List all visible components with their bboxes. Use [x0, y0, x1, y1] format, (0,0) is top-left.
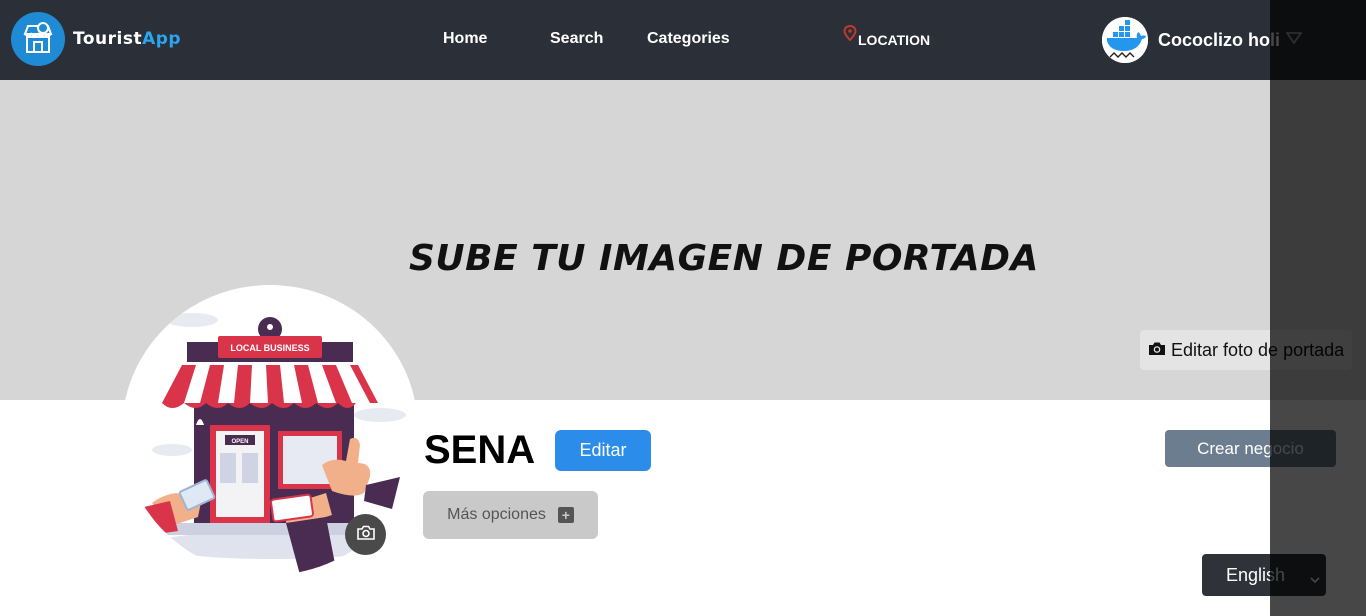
more-options-label: Más opciones: [447, 506, 546, 523]
plus-icon: +: [557, 507, 574, 523]
navbar: TouristApp Home Search Categories LOCATI…: [0, 0, 1366, 80]
location-label: LOCATION: [858, 32, 931, 48]
camera-icon: [1148, 340, 1166, 361]
door-sign-text: OPEN: [231, 439, 248, 445]
business-name: SENA: [424, 428, 536, 472]
change-profile-picture-button[interactable]: [345, 514, 386, 555]
page: TouristApp Home Search Categories LOCATI…: [0, 0, 1366, 616]
brand-name: TouristApp: [73, 29, 182, 49]
user-name: Cococlizo holi: [1158, 29, 1281, 50]
docker-whale-icon: [1102, 17, 1148, 63]
more-options-button[interactable]: Más opciones +: [423, 491, 598, 539]
map-pin-icon: [843, 24, 857, 46]
nav-home-link[interactable]: Home: [443, 30, 487, 48]
camera-icon: [356, 525, 375, 545]
nav-search-link[interactable]: Search: [550, 30, 603, 48]
store-sign-text: LOCAL BUSINESS: [230, 343, 309, 353]
nav-location-link[interactable]: LOCATION: [843, 24, 931, 48]
logo[interactable]: TouristApp: [11, 12, 181, 66]
side-overlay: [1270, 0, 1366, 616]
nav-categories-link[interactable]: Categories: [647, 30, 730, 48]
cover-placeholder-text: SUBE TU IMAGEN DE PORTADA: [409, 238, 1039, 279]
storefront-icon: [11, 12, 65, 66]
edit-button[interactable]: Editar: [555, 430, 651, 471]
